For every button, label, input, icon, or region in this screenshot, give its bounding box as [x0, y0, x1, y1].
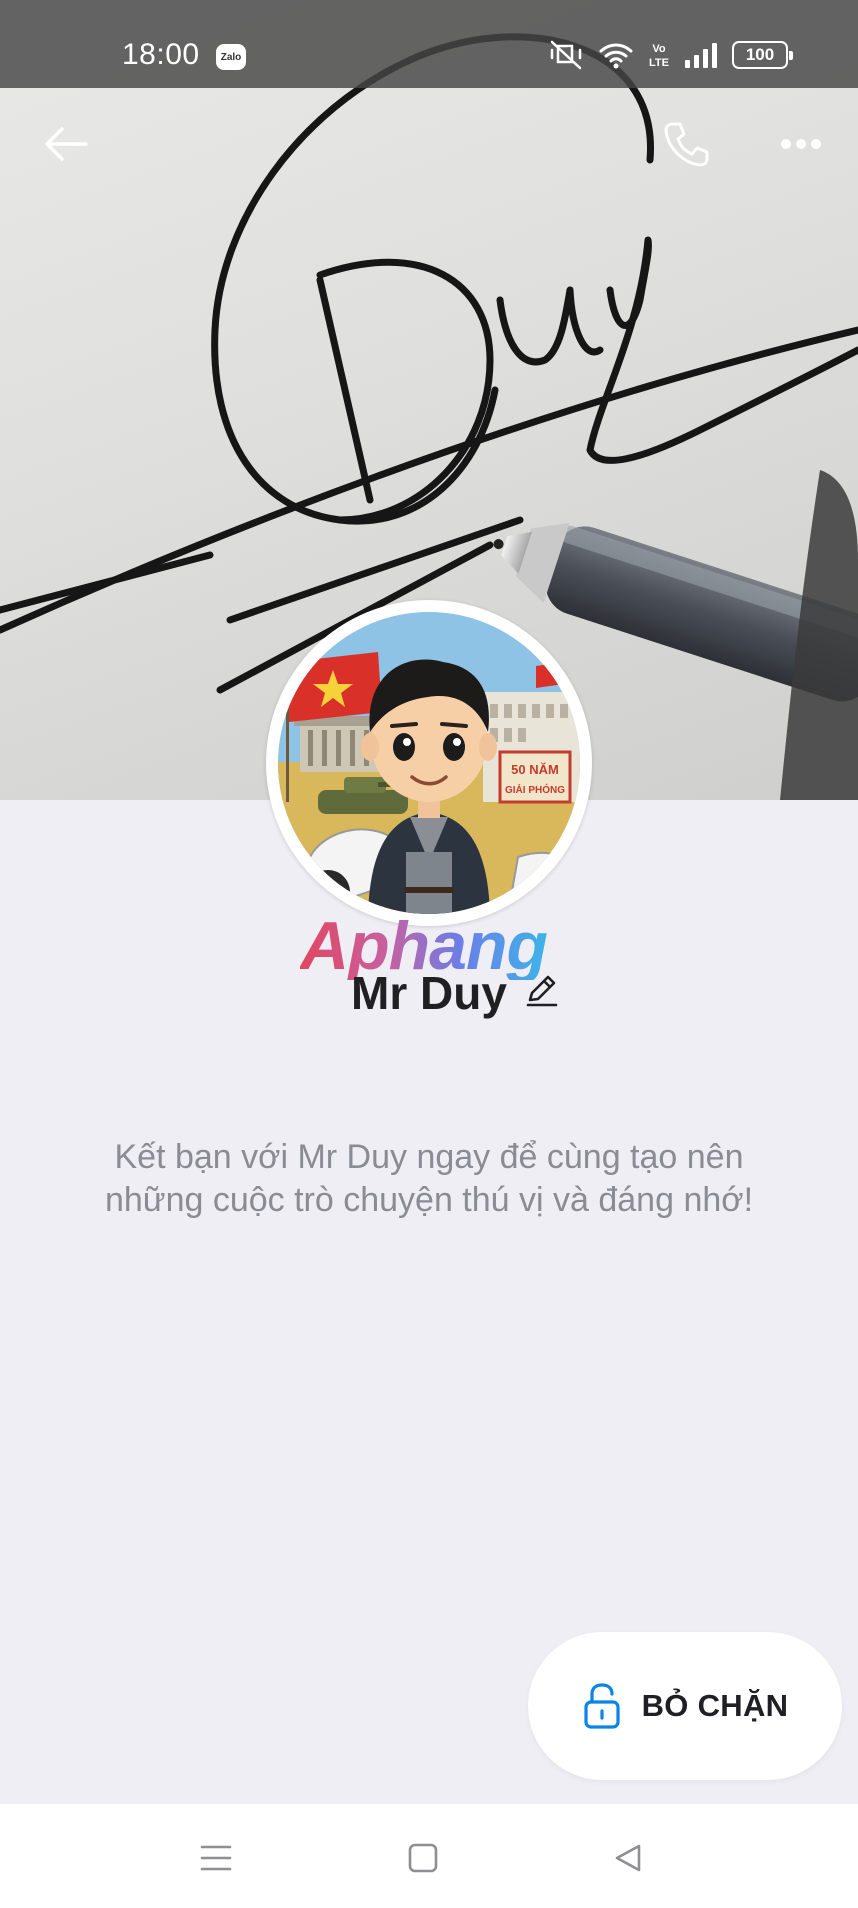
- recent-apps-button[interactable]: [194, 1836, 238, 1880]
- unblock-button[interactable]: BỎ CHẶN: [528, 1632, 842, 1780]
- avatar[interactable]: 50 NĂM GIẢI PHÓNG: [278, 612, 580, 914]
- phone-icon: [664, 122, 709, 167]
- more-options-button[interactable]: [773, 116, 829, 172]
- system-back-button[interactable]: [606, 1836, 650, 1880]
- zalo-notification-icon: Zalo: [216, 44, 246, 70]
- menu-icon: [200, 1845, 232, 1871]
- status-icons: Vo LTE 100: [548, 40, 793, 70]
- back-button[interactable]: [38, 116, 94, 172]
- avatar-illustration: 50 NĂM GIẢI PHÓNG: [278, 612, 580, 914]
- unblock-label: BỎ CHẶN: [641, 1688, 789, 1723]
- signal-icon: [685, 43, 717, 68]
- wifi-icon: [599, 43, 633, 69]
- triangle-back-icon: [615, 1844, 641, 1872]
- svg-text:GIẢI PHÓNG: GIẢI PHÓNG: [505, 783, 565, 796]
- unlock-icon: [584, 1683, 620, 1729]
- home-button[interactable]: [401, 1836, 445, 1880]
- more-icon: [781, 139, 821, 149]
- svg-text:Vo: Vo: [652, 43, 666, 55]
- friend-intro-text: Kết bạn với Mr Duy ngay để cùng tạo nên …: [104, 1138, 754, 1219]
- call-button[interactable]: [658, 116, 714, 172]
- volte-icon: Vo LTE: [649, 43, 669, 69]
- arrow-left-icon: [45, 127, 88, 161]
- battery-indicator: 100: [732, 41, 793, 69]
- pencil-icon: [526, 975, 558, 1007]
- mute-vibrate-icon: [550, 40, 582, 70]
- profile-name: Mr Duy: [351, 967, 507, 1019]
- status-bar: 18:00 Zalo Vo LTE 100: [0, 0, 858, 88]
- edit-name-button[interactable]: [524, 972, 560, 1008]
- system-navigation-bar: [0, 1804, 858, 1908]
- svg-text:50 NĂM: 50 NĂM: [511, 762, 559, 777]
- svg-text:LTE: LTE: [649, 57, 669, 69]
- status-time: 18:00: [122, 38, 200, 71]
- home-icon: [408, 1843, 438, 1873]
